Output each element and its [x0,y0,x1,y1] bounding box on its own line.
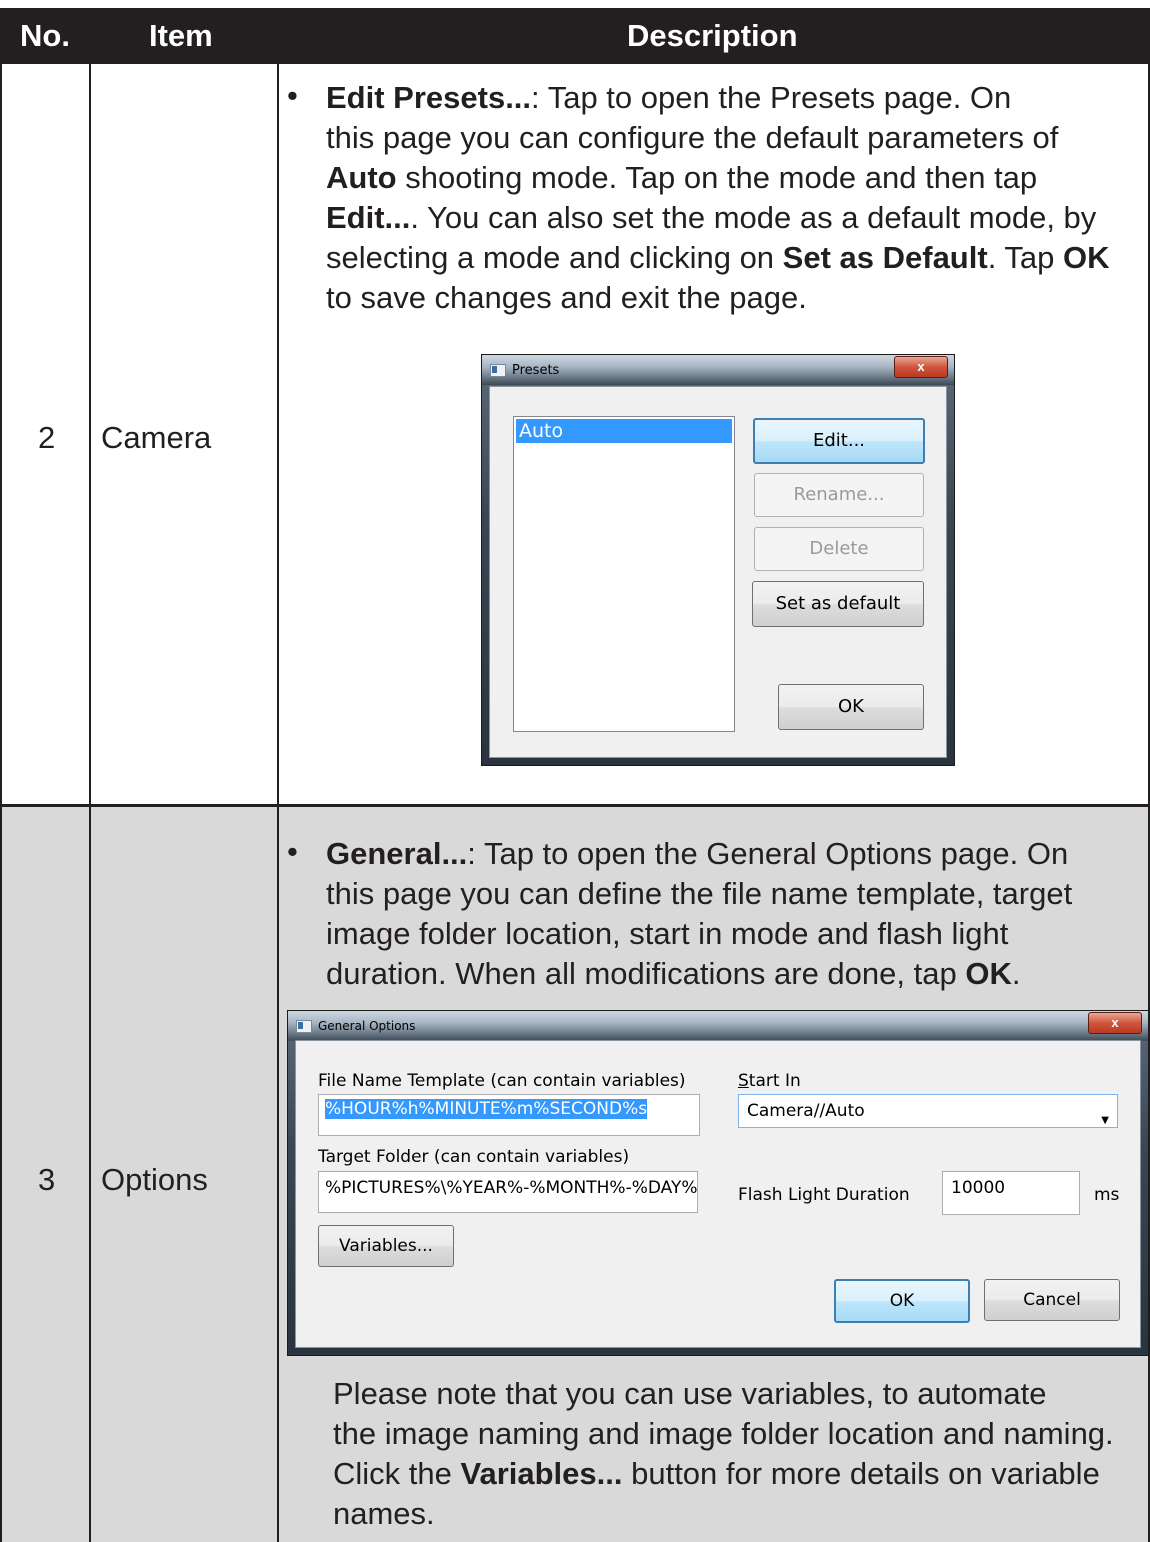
close-button[interactable]: x [894,356,948,378]
cancel-button[interactable]: Cancel [984,1279,1120,1321]
presets-client-area: Auto Edit... Rename... Delete Set as def… [489,386,947,758]
file-name-template-value: %HOUR%h%MINUTE%m%SECOND%s [325,1099,648,1119]
general-term: General... [326,836,468,871]
close-button[interactable]: x [1088,1012,1142,1034]
column-divider-1 [89,64,91,1542]
target-folder-value: %PICTURES%\%YEAR%-%MONTH%-%DAY% [325,1178,698,1198]
flash-light-duration-value: 10000 [951,1178,1006,1198]
variables-button[interactable]: Variables... [318,1225,454,1267]
header-description: Description [627,18,798,53]
row-divider [0,804,1150,807]
flash-unit-label: ms [1094,1185,1120,1205]
variables-note: Please note that you can use variables, … [333,1376,1114,1531]
row-3-item: Options [101,1162,208,1197]
bullet-icon: • [287,78,298,113]
header-item: Item [149,18,213,53]
list-item-auto[interactable]: Auto [516,419,732,443]
start-in-label: Start In [738,1071,801,1091]
column-divider-2 [277,64,279,1542]
start-in-value: Camera//Auto [747,1101,865,1121]
header-no: No. [20,18,70,53]
row-2-item: Camera [101,420,212,455]
row-3-description: General...: Tap to open the General Opti… [326,836,1073,991]
target-folder-input[interactable]: %PICTURES%\%YEAR%-%MONTH%-%DAY% [318,1171,698,1213]
target-folder-label: Target Folder (can contain variables) [318,1147,630,1167]
row-2-description: Edit Presets...: Tap to open the Presets… [326,80,1110,315]
file-name-template-input[interactable]: %HOUR%h%MINUTE%m%SECOND%s [318,1094,700,1136]
dropdown-arrow-icon: ▼ [1101,1115,1109,1126]
presets-title: Presets [512,363,560,378]
table-border-left [0,64,2,1542]
ok-button[interactable]: OK [834,1279,970,1323]
presets-dialog: Presets x Auto Edit... Rename... Delete … [481,354,955,766]
row-2-number: 2 [38,420,56,455]
edit-presets-term: Edit Presets... [326,80,532,115]
presets-titlebar[interactable]: Presets x [482,355,954,385]
ok-button[interactable]: OK [778,684,924,730]
start-in-dropdown[interactable]: Camera//Auto ▼ [738,1094,1118,1128]
table-header: No. Item Description [0,8,1150,64]
flash-light-duration-label: Flash Light Duration [738,1185,910,1205]
document-page: No. Item Description 2 Camera • Edit Pre… [0,0,1150,1542]
bullet-icon: • [287,834,298,869]
delete-button[interactable]: Delete [754,527,924,571]
general-options-dialog: General Options x File Name Template (ca… [287,1010,1149,1356]
general-options-titlebar[interactable]: General Options x [288,1011,1148,1041]
presets-listbox[interactable]: Auto [513,416,735,732]
window-icon [490,364,506,377]
variables-term: Variables... [460,1456,623,1491]
flash-light-duration-input[interactable]: 10000 [942,1171,1080,1215]
file-name-template-label: File Name Template (can contain variable… [318,1071,686,1091]
window-icon [296,1020,312,1033]
edit-button[interactable]: Edit... [753,418,925,464]
rename-button[interactable]: Rename... [754,473,924,517]
general-options-client-area: File Name Template (can contain variable… [295,1040,1141,1348]
row-3-number: 3 [38,1162,56,1197]
general-options-title: General Options [318,1019,416,1033]
set-as-default-button[interactable]: Set as default [752,581,924,627]
